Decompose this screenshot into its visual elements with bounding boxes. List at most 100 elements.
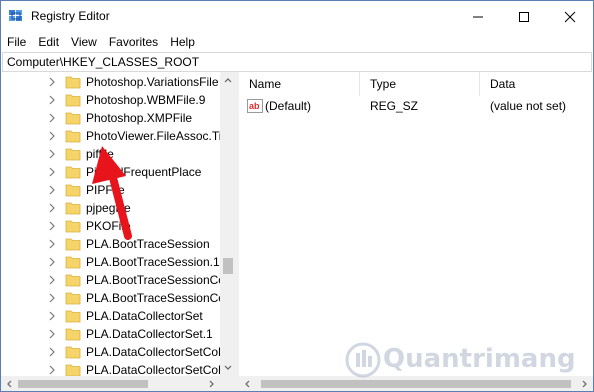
tree-item[interactable]: Photoshop.VariationsFile xyxy=(1,73,220,91)
tree-item[interactable]: PLA.BootTraceSession.1 xyxy=(1,253,220,271)
chevron-right-icon[interactable] xyxy=(48,365,56,375)
chevron-right-icon[interactable] xyxy=(48,185,56,195)
chevron-up-icon xyxy=(224,78,232,83)
chevron-down-icon xyxy=(224,365,232,370)
minimize-icon xyxy=(473,16,483,17)
menu-view[interactable]: View xyxy=(64,32,102,52)
tree-item-label: PinnedFrequentPlace xyxy=(86,165,202,179)
column-header-data[interactable]: Data xyxy=(480,72,593,96)
values-hscroll-thumb[interactable] xyxy=(261,380,571,388)
tree-item-label: PKOFile xyxy=(86,219,131,233)
tree-item-label: PLA.BootTraceSessionColl xyxy=(86,273,220,287)
menu-edit[interactable]: Edit xyxy=(31,32,64,52)
tree-item-label: PLA.DataCollectorSet xyxy=(86,309,203,323)
folder-icon xyxy=(65,220,81,233)
tree-item[interactable]: PKOFile xyxy=(1,217,220,235)
minimize-button[interactable] xyxy=(455,1,501,32)
tree-vertical-scrollbar[interactable] xyxy=(220,72,236,376)
close-button[interactable] xyxy=(547,1,593,32)
value-type: REG_SZ xyxy=(370,99,419,113)
column-header-name[interactable]: Name xyxy=(239,72,360,96)
chevron-right-icon[interactable] xyxy=(48,257,56,267)
tree-horizontal-scrollbar[interactable] xyxy=(1,376,220,391)
tree-item-label: Photoshop.WBMFile.9 xyxy=(86,93,206,107)
chevron-right-icon xyxy=(209,380,214,387)
tree-item[interactable]: Photoshop.WBMFile.9 xyxy=(1,91,220,109)
tree-scroll-thumb[interactable] xyxy=(223,258,233,274)
chevron-left-icon xyxy=(7,380,12,387)
tree-item[interactable]: PLA.DataCollectorSet xyxy=(1,307,220,325)
chevron-right-icon[interactable] xyxy=(48,149,56,159)
maximize-button[interactable] xyxy=(501,1,547,32)
chevron-right-icon[interactable] xyxy=(48,203,56,213)
scroll-left-button[interactable] xyxy=(1,376,17,391)
value-row[interactable]: ab (Default) REG_SZ (value not set) xyxy=(239,97,593,115)
chevron-right-icon xyxy=(582,380,587,387)
tree-item[interactable]: Photoshop.XMPFile xyxy=(1,109,220,127)
chevron-right-icon[interactable] xyxy=(48,293,56,303)
chevron-right-icon[interactable] xyxy=(48,239,56,249)
tree-item[interactable]: PLA.BootTraceSession xyxy=(1,235,220,253)
title-bar[interactable]: Registry Editor xyxy=(1,1,593,32)
folder-icon xyxy=(65,310,81,323)
tree-item[interactable]: pjpegfile xyxy=(1,199,220,217)
tree-item-label: PLA.DataCollectorSetColl xyxy=(86,363,220,376)
scroll-up-button[interactable] xyxy=(220,72,236,88)
string-value-icon: ab xyxy=(247,98,263,114)
folder-icon xyxy=(65,328,81,341)
tree-item-label: PIPFile xyxy=(86,183,125,197)
scroll-down-button[interactable] xyxy=(220,360,236,376)
tree-item-label: Photoshop.XMPFile xyxy=(86,111,193,125)
tree-item-label: PLA.DataCollectorSetColl xyxy=(86,345,220,359)
folder-icon xyxy=(65,94,81,107)
chevron-right-icon[interactable] xyxy=(48,95,56,105)
address-bar[interactable]: Computer\HKEY_CLASSES_ROOT xyxy=(2,52,592,72)
chevron-right-icon[interactable] xyxy=(48,329,56,339)
tree-item[interactable]: PLA.BootTraceSessionColl xyxy=(1,289,220,307)
values-scroll-right-button[interactable] xyxy=(577,376,593,391)
scroll-right-button[interactable] xyxy=(204,376,220,391)
chevron-right-icon[interactable] xyxy=(48,221,56,231)
tree-item[interactable]: piffile xyxy=(1,145,220,163)
tree-item-label: PLA.DataCollectorSet.1 xyxy=(86,327,213,341)
tree-item-label: PhotoViewer.FileAssoc.Tif xyxy=(86,129,220,143)
folder-icon xyxy=(65,238,81,251)
folder-icon xyxy=(65,202,81,215)
folder-icon xyxy=(65,292,81,305)
chevron-right-icon[interactable] xyxy=(48,113,56,123)
folder-icon xyxy=(65,166,81,179)
tree-item[interactable]: PLA.BootTraceSessionColl xyxy=(1,271,220,289)
folder-icon xyxy=(65,148,81,161)
folder-icon xyxy=(65,184,81,197)
tree-item[interactable]: PLA.DataCollectorSetColl xyxy=(1,361,220,376)
folder-icon xyxy=(65,112,81,125)
chevron-right-icon[interactable] xyxy=(48,77,56,87)
tree-item[interactable]: PhotoViewer.FileAssoc.Tif xyxy=(1,127,220,145)
chevron-right-icon[interactable] xyxy=(48,347,56,357)
column-header-type[interactable]: Type xyxy=(360,72,480,96)
chevron-right-icon[interactable] xyxy=(48,275,56,285)
tree-item[interactable]: PinnedFrequentPlace xyxy=(1,163,220,181)
chevron-right-icon[interactable] xyxy=(48,167,56,177)
chevron-left-icon xyxy=(245,380,250,387)
values-horizontal-scrollbar[interactable] xyxy=(239,376,593,391)
menu-favorites[interactable]: Favorites xyxy=(102,32,163,52)
svg-text:ab: ab xyxy=(249,101,260,111)
tree-item[interactable]: PLA.DataCollectorSetColl xyxy=(1,343,220,361)
chevron-right-icon[interactable] xyxy=(48,311,56,321)
tree-item[interactable]: PLA.DataCollectorSet.1 xyxy=(1,325,220,343)
registry-editor-window: Registry Editor File Edit View Favorites… xyxy=(0,0,594,392)
values-scroll-left-button[interactable] xyxy=(239,376,255,391)
value-data: (value not set) xyxy=(490,99,567,113)
tree-item-label: pjpegfile xyxy=(86,201,131,215)
scroll-corner xyxy=(220,376,236,391)
tree-hscroll-thumb[interactable] xyxy=(18,380,148,388)
key-tree: Photoshop.VariationsFile Photoshop.WBMFil… xyxy=(1,72,220,376)
address-path[interactable]: Computer\HKEY_CLASSES_ROOT xyxy=(7,55,199,69)
values-pane: Name Type Data ab (Default) REG_SZ (valu… xyxy=(239,72,593,391)
chevron-right-icon[interactable] xyxy=(48,131,56,141)
tree-item[interactable]: PIPFile xyxy=(1,181,220,199)
menu-help[interactable]: Help xyxy=(163,32,200,52)
registry-app-icon xyxy=(8,8,24,24)
menu-file[interactable]: File xyxy=(1,32,31,52)
